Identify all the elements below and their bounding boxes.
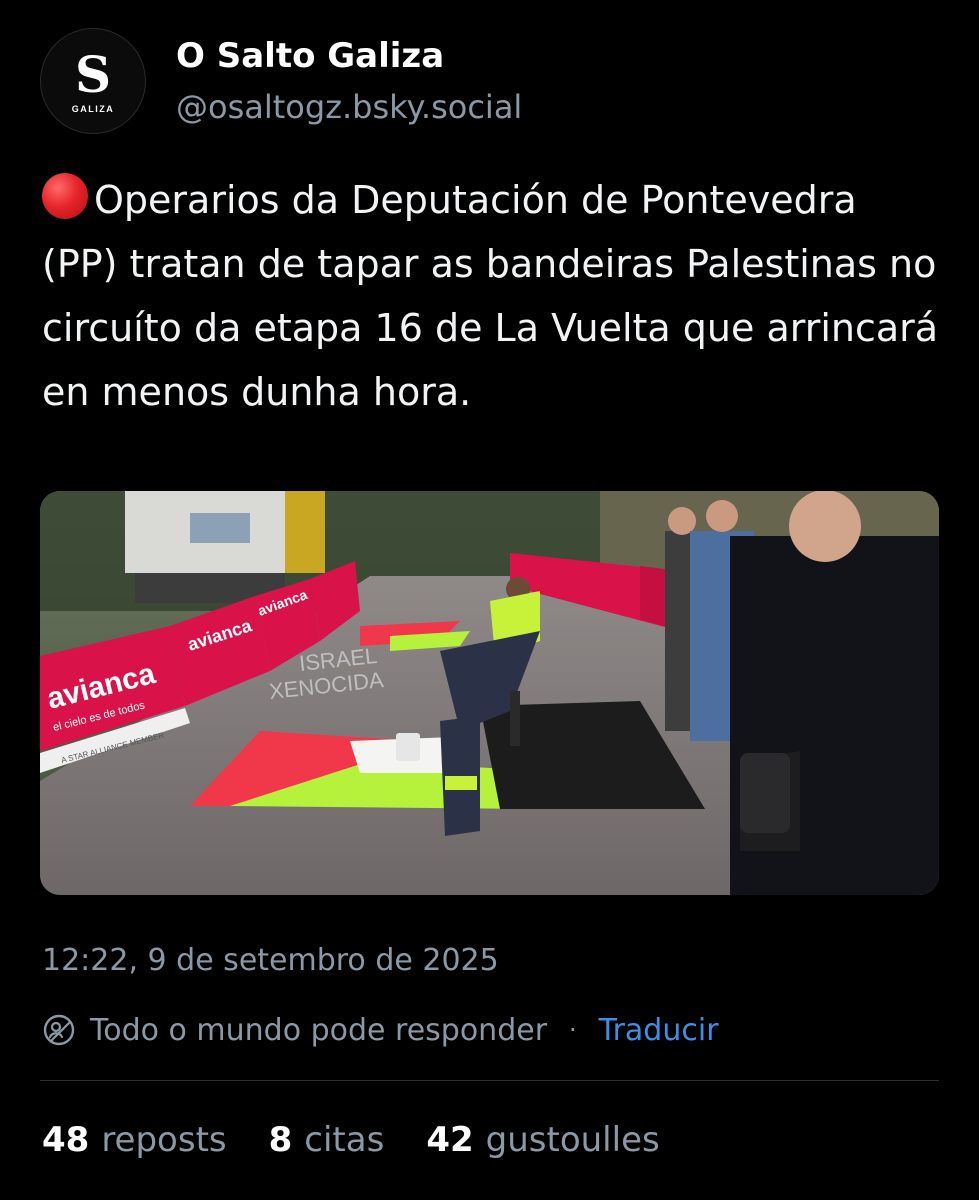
engagement-stats: 48 reposts 8 citas 42 gustoulles <box>42 1120 702 1160</box>
reply-setting-text: Todo o mundo pode responder <box>90 1012 548 1048</box>
post-text: Operarios da Deputación de Pontevedra (P… <box>42 168 942 424</box>
reposts-label: reposts <box>101 1120 227 1160</box>
avatar-logo-subtext: GALIZA <box>71 104 115 114</box>
red-circle-icon <box>42 173 88 219</box>
quotes-label: citas <box>304 1120 385 1160</box>
author-handle[interactable]: @osaltogz.bsky.social <box>176 88 522 126</box>
reply-restriction-icon <box>43 1014 75 1046</box>
author-display-name[interactable]: O Salto Galiza <box>176 36 444 76</box>
post-image[interactable]: avianca el cielo es de todos A STAR ALLI… <box>40 491 939 895</box>
quotes-stat[interactable]: 8 citas <box>269 1120 385 1160</box>
quotes-count: 8 <box>268 1120 293 1160</box>
avatar-logo-letter: S <box>74 45 112 104</box>
post-card: S GALIZA O Salto Galiza @osaltogz.bsky.s… <box>0 0 979 1200</box>
likes-count: 42 <box>426 1120 474 1160</box>
reposts-count: 48 <box>42 1120 90 1160</box>
reply-settings-row: Todo o mundo pode responder · Traducir <box>42 1010 719 1050</box>
separator-dot: · <box>569 1016 577 1044</box>
post-timestamp[interactable]: 12:22, 9 de setembro de 2025 <box>42 943 499 978</box>
likes-stat[interactable]: 42 gustoulles <box>426 1120 659 1160</box>
post-text-body: Operarios da Deputación de Pontevedra (P… <box>42 178 939 414</box>
avatar[interactable]: S GALIZA <box>40 28 146 134</box>
translate-link[interactable]: Traducir <box>599 1013 719 1048</box>
likes-label: gustoulles <box>485 1120 660 1160</box>
reposts-stat[interactable]: 48 reposts <box>42 1120 227 1160</box>
divider <box>40 1080 939 1081</box>
